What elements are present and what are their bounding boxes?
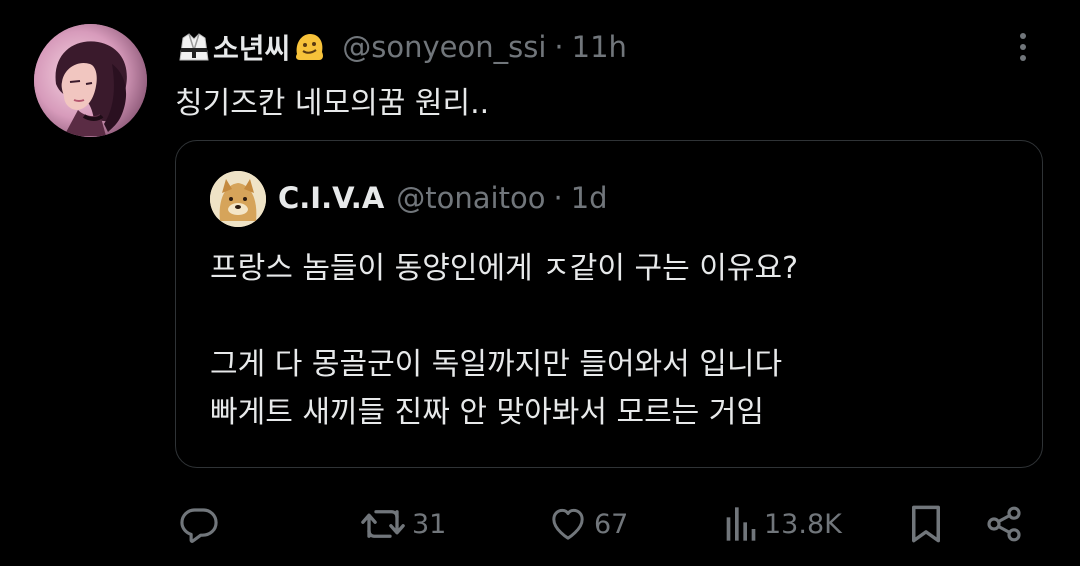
share-button[interactable] [984, 502, 1024, 546]
avatar-illustration [34, 24, 147, 137]
share-icon [987, 506, 1021, 542]
quoted-avatar-dog-illustration [210, 171, 266, 227]
timestamp[interactable]: 11h [572, 30, 627, 64]
retweet-icon [361, 510, 405, 538]
reply-button[interactable] [178, 502, 220, 546]
quoted-display-name[interactable]: C.I.V.A [278, 181, 384, 215]
separator-dot: · [554, 30, 564, 64]
retweet-count: 31 [412, 508, 447, 540]
like-count: 67 [594, 508, 629, 540]
quoted-text-line: 프랑스 놈들이 동양인에게 ㅈ같이 구는 이유요? [210, 251, 799, 286]
reply-icon [180, 508, 218, 543]
quoted-separator-dot: · [553, 181, 563, 215]
quoted-text-line [210, 293, 798, 341]
retweet-button[interactable]: 31 [360, 502, 446, 546]
tweet[interactable]: 소년씨 @sonyeon_ssi · 11h 칭기즈칸 네모의꿈 원리.. C.… [0, 0, 1080, 566]
quoted-handle[interactable]: @tonaitoo [396, 181, 545, 215]
quoted-timestamp[interactable]: 1d [571, 181, 608, 215]
quoted-header: C.I.V.A @tonaitoo · 1d [278, 177, 608, 219]
display-name-row[interactable]: 소년씨 [175, 27, 328, 67]
martial-arts-uniform-emoji [179, 33, 209, 61]
views-button[interactable]: 13.8K [722, 502, 842, 546]
views-count: 13.8K [764, 508, 842, 540]
melting-face-emoji [296, 34, 324, 60]
display-name: 소년씨 [213, 32, 291, 65]
tweet-text: 칭기즈칸 네모의꿈 원리.. [175, 86, 490, 121]
views-icon [726, 507, 756, 541]
bookmark-icon [912, 505, 940, 543]
quoted-text-line: 빠게트 새끼들 진짜 안 맞아봐서 모르는 거임 [210, 395, 765, 430]
like-button[interactable]: 67 [548, 502, 628, 546]
avatar[interactable] [34, 24, 147, 137]
more-vertical-icon [1020, 33, 1026, 61]
quoted-tweet[interactable]: C.I.V.A @tonaitoo · 1d 프랑스 놈들이 동양인에게 ㅈ같이… [175, 140, 1043, 468]
heart-icon [552, 508, 584, 540]
quoted-text: 프랑스 놈들이 동양인에게 ㅈ같이 구는 이유요? 그게 다 몽골군이 독일까지… [210, 245, 798, 437]
quoted-text-line: 그게 다 몽골군이 독일까지만 들어와서 입니다 [210, 347, 783, 382]
handle[interactable]: @sonyeon_ssi [342, 30, 546, 64]
bookmark-button[interactable] [908, 502, 944, 546]
more-options-button[interactable] [1008, 30, 1038, 64]
quoted-avatar[interactable] [210, 171, 266, 227]
tweet-header: 소년씨 @sonyeon_ssi · 11h [175, 24, 627, 70]
action-bar: 31 67 13.8K [0, 496, 1080, 552]
